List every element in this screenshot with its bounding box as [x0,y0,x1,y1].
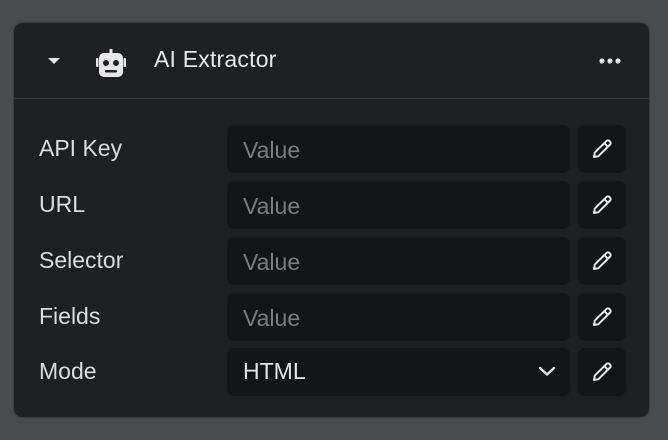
field-row-selector: Selector [14,237,649,285]
field-label: URL [39,191,86,217]
edit-button[interactable] [578,237,626,285]
caret-down-icon[interactable] [48,58,60,64]
pencil-icon [593,307,612,326]
pencil-icon [593,195,612,214]
edit-button[interactable] [578,293,626,341]
pencil-icon [593,362,612,381]
field-row-mode: Mode HTML [14,348,649,396]
field-label: Fields [39,303,101,329]
robot-icon [96,49,126,77]
field-label: API Key [39,135,123,161]
pencil-icon [593,139,612,158]
field-label: Mode [39,358,97,384]
field-label: Selector [39,247,124,273]
selector-input[interactable] [227,237,570,285]
url-input[interactable] [227,181,570,229]
mode-select[interactable]: HTML [227,348,570,396]
edit-button[interactable] [578,348,626,396]
pencil-icon [593,251,612,270]
mode-selected-value: HTML [243,358,306,384]
edit-button[interactable] [578,125,626,173]
more-horizontal-icon[interactable] [596,51,624,71]
node-header: AI Extractor [14,23,649,99]
field-row-api-key: API Key [14,125,649,173]
api-key-input[interactable] [227,125,570,173]
fields-input[interactable] [227,293,570,341]
node-title: AI Extractor [154,46,277,72]
field-row-url: URL [14,181,649,229]
chevron-down-icon [538,366,556,376]
edit-button[interactable] [578,181,626,229]
ai-extractor-node: AI Extractor API Key URL Selecto [13,22,650,418]
field-row-fields: Fields [14,293,649,341]
